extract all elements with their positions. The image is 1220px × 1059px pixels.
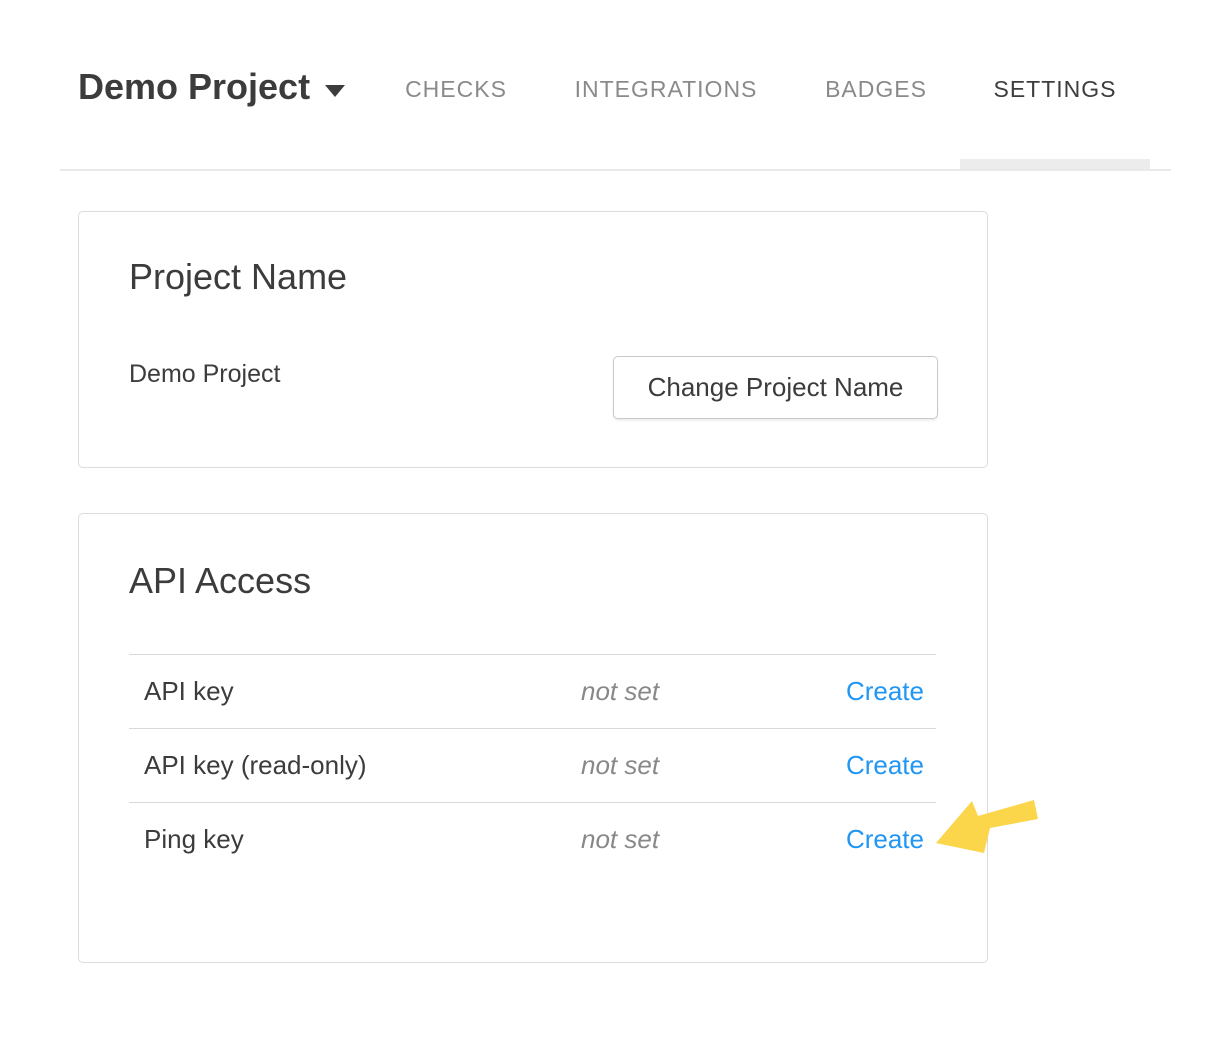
current-project-name: Demo Project	[129, 360, 280, 389]
ping-key-label: Ping key	[129, 824, 581, 855]
api-access-card-title: API Access	[129, 560, 311, 602]
api-key-readonly-create-link[interactable]: Create	[846, 750, 936, 781]
ping-key-create-link[interactable]: Create	[846, 824, 936, 855]
nav-divider	[60, 169, 1171, 171]
table-row-api-key: API key not set Create	[129, 654, 936, 728]
project-selector-dropdown[interactable]: Demo Project	[78, 66, 345, 108]
settings-page: Demo Project CHECKS INTEGRATIONS BADGES …	[0, 0, 1220, 1059]
api-key-value: not set	[581, 676, 791, 707]
table-row-ping-key: Ping key not set Create	[129, 802, 936, 876]
caret-down-icon	[325, 85, 345, 97]
tab-checks[interactable]: CHECKS	[405, 76, 507, 103]
change-project-name-button[interactable]: Change Project Name	[613, 356, 938, 419]
project-name-card-title: Project Name	[129, 256, 347, 298]
tab-settings[interactable]: SETTINGS	[993, 76, 1116, 103]
tab-badges[interactable]: BADGES	[825, 76, 927, 103]
ping-key-value: not set	[581, 824, 791, 855]
api-key-create-link[interactable]: Create	[846, 676, 936, 707]
table-row-api-key-readonly: API key (read-only) not set Create	[129, 728, 936, 802]
api-access-card: API Access API key not set Create API ke…	[78, 513, 988, 963]
api-key-readonly-value: not set	[581, 750, 791, 781]
tab-integrations[interactable]: INTEGRATIONS	[575, 76, 758, 103]
api-key-readonly-label: API key (read-only)	[129, 750, 581, 781]
api-keys-table: API key not set Create API key (read-onl…	[129, 654, 936, 876]
api-key-label: API key	[129, 676, 581, 707]
project-name-card: Project Name Demo Project Change Project…	[78, 211, 988, 468]
project-selector-label: Demo Project	[78, 66, 310, 108]
active-tab-indicator	[960, 159, 1150, 169]
